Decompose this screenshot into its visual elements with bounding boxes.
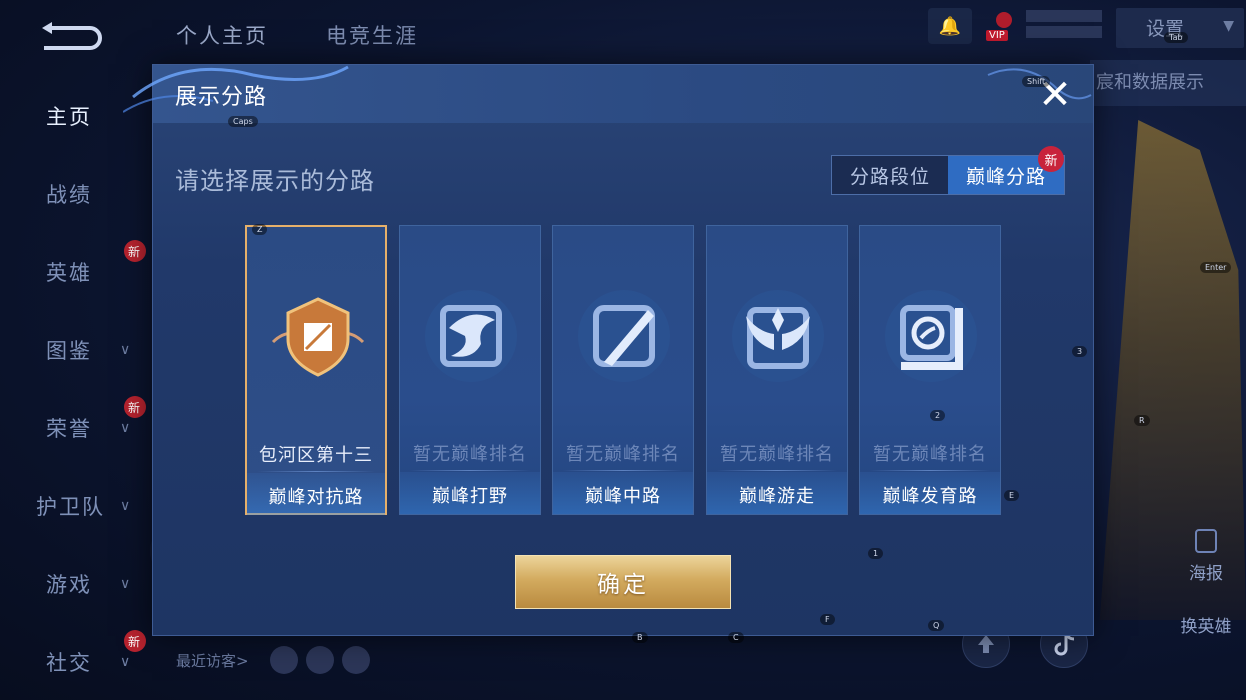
new-badge: 新 [124,630,146,652]
sidebar-item-label: 主页 [46,105,92,129]
new-badge: 新 [124,396,146,418]
rank-text: 暂无巅峰排名 [873,444,987,465]
avatar[interactable] [306,646,334,674]
target-icon [885,290,977,382]
key-hint-e: E [1004,490,1020,501]
swap-hero-button[interactable]: 换英雄 [1176,612,1236,637]
rank-text: 包河区第十三 [259,445,373,466]
rank-text: 暂无巅峰排名 [566,444,680,465]
key-hint-c: C [728,632,744,643]
vip-info-lines [1026,10,1102,38]
dragon-icon [425,290,517,382]
data-display-strip[interactable]: 宸和数据展示 [1090,60,1246,106]
lane-name: 巅峰游走 [739,486,815,507]
lane-card-bottom[interactable]: 暂无巅峰排名 巅峰发育路 [859,225,1001,515]
key-hint-z: Z [252,224,268,235]
sidebar-item-records[interactable]: 战绩 [0,164,150,224]
chevron-down-icon: ∨ [120,654,133,670]
confirm-button[interactable]: 确定 [515,555,731,609]
visitor-avatars [270,646,370,674]
lane-name: 巅峰打野 [432,486,508,507]
key-hint-shift: Shift [1022,76,1051,87]
avatar[interactable] [342,646,370,674]
lane-mode-toggle: 分路段位 巅峰分路 新 [831,146,1065,195]
card-divider [717,470,837,471]
dialog-subtitle: 请选择展示的分路 [175,167,375,195]
sidebar: 主页 战绩 英雄 新 图鉴 ∨ 荣誉 新 ∨ 护卫队 ∨ 游戏 ∨ 社交 新 ∨ [0,80,150,700]
slash-icon [578,290,670,382]
key-hint-tab: Tab [1164,32,1188,43]
sidebar-item-games[interactable]: 游戏 ∨ [0,554,150,614]
chevron-down-icon: ∨ [120,342,133,358]
sidebar-item-label: 图鉴 [46,339,92,363]
back-arrow-icon [42,22,102,50]
top-right-area: 🔔 VIP 设置 ▼ [916,0,1246,60]
lane-card-jungle[interactable]: 暂无巅峰排名 巅峰打野 [399,225,541,515]
key-hint-q: Q [928,620,945,631]
card-divider [257,471,375,472]
profile-tabs: 个人主页 电竞生涯 [176,20,418,50]
sidebar-item-label: 英雄 [46,261,92,285]
lane-name: 巅峰对抗路 [268,487,364,508]
lane-card-top[interactable]: 包河区第十三 巅峰对抗路 [245,225,387,515]
key-hint-3: 3 [1072,346,1088,357]
rank-text: 暂无巅峰排名 [720,444,834,465]
recent-visitors-link[interactable]: 最近访客> [176,650,249,671]
sidebar-item-codex[interactable]: 图鉴 ∨ [0,320,150,380]
data-display-label: 宸和数据展示 [1096,72,1204,93]
sidebar-item-label: 社交 [46,651,92,675]
key-hint-r: R [1134,415,1150,426]
lane-card-support[interactable]: 暂无巅峰排名 巅峰游走 [706,225,848,515]
tab-esports-career[interactable]: 电竞生涯 [326,20,418,50]
key-hint-b: B [632,632,648,643]
lane-name: 巅峰发育路 [882,486,978,507]
dialog-title: 展示分路 [175,85,268,110]
key-hint-enter: Enter [1200,262,1232,273]
tab-lane-rank[interactable]: 分路段位 [832,156,948,194]
sidebar-item-label: 游戏 [46,573,92,597]
lane-name: 巅峰中路 [585,486,661,507]
sidebar-item-label: 护卫队 [36,495,105,519]
new-badge: 新 [124,240,146,262]
avatar[interactable] [270,646,298,674]
sidebar-item-label: 战绩 [46,183,92,207]
shield-sword-icon [271,297,365,377]
key-hint-1: 1 [868,548,884,559]
key-hint-2: 2 [930,410,946,421]
chevron-down-icon: ∨ [120,420,133,436]
card-divider [563,470,683,471]
vip-label: VIP [986,30,1008,41]
sidebar-item-honor[interactable]: 荣誉 新 ∨ [0,396,150,458]
chevron-down-icon: ▼ [1223,18,1234,34]
card-divider [870,470,990,471]
tab-personal-home[interactable]: 个人主页 [176,20,268,50]
key-hint-caps: Caps [228,116,258,127]
key-hint-f: F [820,614,835,625]
new-badge: 新 [1038,146,1064,172]
poster-button[interactable]: 海报 [1186,528,1226,584]
sidebar-item-guard-team[interactable]: 护卫队 ∨ [0,476,150,536]
back-button[interactable] [38,18,102,58]
lane-card-list: 包河区第十三 巅峰对抗路 暂无巅峰排名 巅峰打野 暂无巅峰排名 巅峰中路 暂无巅… [245,225,1005,517]
chevron-down-icon: ∨ [120,498,133,514]
bell-icon: 🔔 [938,15,962,37]
lane-card-mid[interactable]: 暂无巅峰排名 巅峰中路 [552,225,694,515]
poster-label: 海报 [1189,564,1223,584]
sidebar-item-label: 荣誉 [46,417,92,441]
chevron-down-icon: ∨ [120,576,133,592]
notification-button[interactable]: 🔔 [928,8,972,44]
card-divider [410,470,530,471]
poster-icon [1195,529,1217,553]
sidebar-item-heroes[interactable]: 英雄 新 [0,240,150,302]
swap-hero-label: 换英雄 [1180,617,1232,637]
wings-icon [732,290,824,382]
rank-text: 暂无巅峰排名 [413,444,527,465]
sidebar-item-social[interactable]: 社交 新 ∨ [0,630,150,692]
lane-display-dialog: 展示分路 ✕ 请选择展示的分路 分路段位 巅峰分路 新 包河区第十三 巅峰对抗路 [123,64,1094,636]
